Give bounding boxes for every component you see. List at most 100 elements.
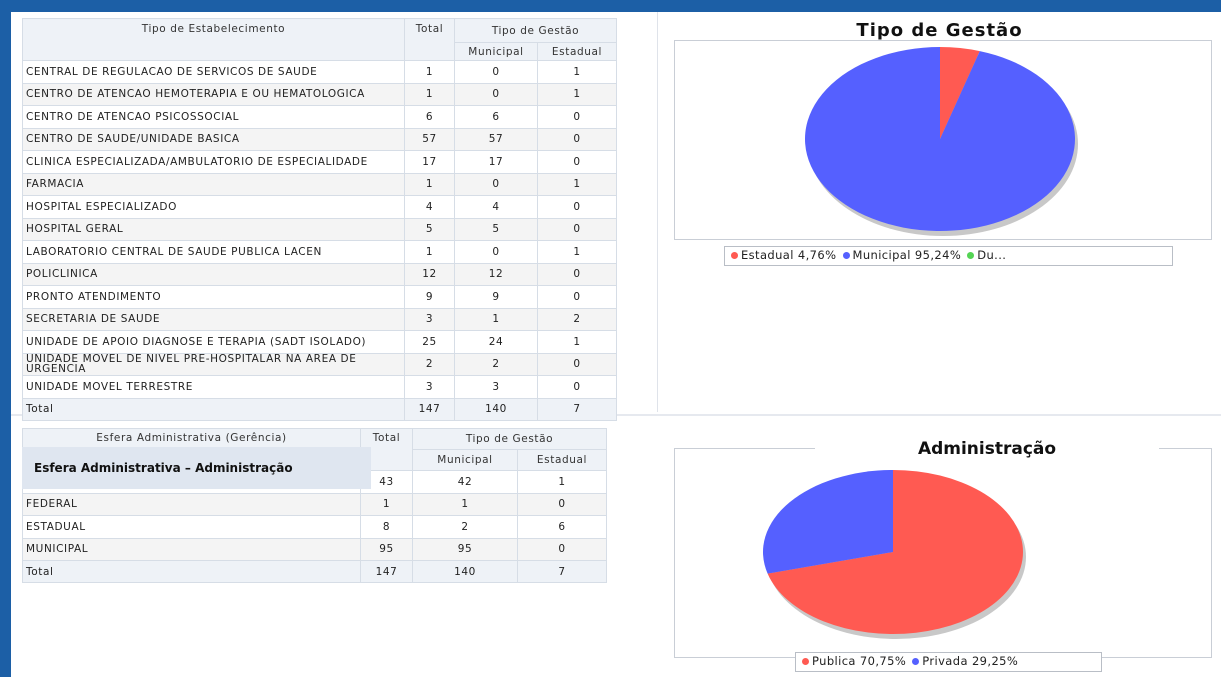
- cell-municipal: 0: [454, 60, 538, 84]
- legend-label-municipal: Municipal 95,24%: [852, 248, 962, 262]
- legend-administracao: Publica 70,75% Privada 29,25%: [795, 652, 1102, 672]
- cell-name: CLINICA ESPECIALIZADA/AMBULATORIO DE ESP…: [22, 150, 405, 174]
- cell-total: 1: [404, 172, 455, 196]
- cell-total: 4: [404, 195, 455, 219]
- cell-name: CENTRO DE ATENCAO HEMOTERAPIA E OU HEMAT…: [22, 82, 405, 106]
- cell-estadual: 1: [517, 470, 607, 494]
- total-cell-name: Total: [22, 397, 405, 421]
- cell-estadual: 1: [537, 330, 617, 354]
- legend-dot-municipal: [842, 252, 850, 259]
- administracao-overlay-title: Administração: [815, 428, 1159, 468]
- table-row: CENTRO DE SAUDE/UNIDADE BASICA 57 57 0: [22, 127, 617, 151]
- cell-estadual: 0: [517, 492, 607, 516]
- cell-name: UNIDADE DE APOIO DIAGNOSE E TERAPIA (SAD…: [22, 330, 405, 354]
- cell-total: 1: [360, 492, 413, 516]
- cell-municipal: 4: [454, 195, 538, 219]
- cell-estadual: 6: [517, 515, 607, 539]
- cell-municipal: 57: [454, 127, 538, 151]
- vertical-divider: [657, 12, 658, 412]
- pie-chart-svg: [763, 470, 1026, 639]
- cell-total: 57: [404, 127, 455, 151]
- cell-estadual: 2: [537, 307, 617, 331]
- cell-municipal: 12: [454, 262, 538, 286]
- table-row: UNIDADE MOVEL DE NIVEL PRE-HOSPITALAR NA…: [22, 352, 617, 376]
- table-row: UNIDADE MOVEL TERRESTRE 3 3 0: [22, 375, 617, 399]
- cell-estadual: 0: [537, 262, 617, 286]
- cell-municipal: 2: [412, 515, 518, 539]
- table-row: ESTADUAL 8 2 6: [22, 515, 607, 539]
- cell-municipal: 24: [454, 330, 538, 354]
- tipo-estabelecimento-table: Tipo de Estabelecimento Total Tipo de Ge…: [22, 18, 617, 421]
- cell-total: 12: [404, 262, 455, 286]
- header-estadual[interactable]: Estadual: [517, 449, 607, 471]
- table-row: HOSPITAL ESPECIALIZADO 4 4 0: [22, 195, 617, 219]
- cell-estadual: 0: [537, 127, 617, 151]
- cell-municipal: 1: [454, 307, 538, 331]
- legend-label-privada: Privada 29,25%: [922, 654, 1019, 668]
- header-tipo-estabelecimento[interactable]: Tipo de Estabelecimento: [22, 18, 405, 61]
- cell-name: UNIDADE MOVEL DE NIVEL PRE-HOSPITALAR NA…: [22, 352, 405, 376]
- table-row: MUNICIPAL 95 95 0: [22, 537, 607, 561]
- cell-total: 8: [360, 515, 413, 539]
- legend-label-estadual: Estadual 4,76%: [741, 248, 837, 262]
- cell-estadual: 0: [537, 195, 617, 219]
- header-municipal[interactable]: Municipal: [454, 42, 538, 61]
- cell-name: LABORATORIO CENTRAL DE SAUDE PUBLICA LAC…: [22, 240, 405, 264]
- pie-slice-municipal[interactable]: [805, 47, 1075, 231]
- table-row: HOSPITAL GERAL 5 5 0: [22, 217, 617, 241]
- cell-municipal: 5: [454, 217, 538, 241]
- header-municipal[interactable]: Municipal: [412, 449, 518, 471]
- table-row: LABORATORIO CENTRAL DE SAUDE PUBLICA LAC…: [22, 240, 617, 264]
- cell-total: 25: [404, 330, 455, 354]
- cell-name: CENTRO DE SAUDE/UNIDADE BASICA: [22, 127, 405, 151]
- table-row: FEDERAL 1 1 0: [22, 492, 607, 516]
- cell-municipal: 42: [412, 470, 518, 494]
- table-total-row: Total 147 140 7: [22, 397, 617, 421]
- cell-municipal: 9: [454, 285, 538, 309]
- chart-title-tipo-gestao: Tipo de Gestão: [856, 20, 1023, 41]
- legend-dot-publica: [802, 658, 809, 665]
- cell-estadual: 0: [517, 537, 607, 561]
- total-cell-total: 147: [404, 397, 455, 421]
- header-tipo-gestao: Tipo de Gestão: [454, 18, 617, 43]
- cell-name: HOSPITAL ESPECIALIZADO: [22, 195, 405, 219]
- cell-total: 1: [404, 60, 455, 84]
- cell-total: 3: [404, 307, 455, 331]
- cell-municipal: 95: [412, 537, 518, 561]
- table-row: CLINICA ESPECIALIZADA/AMBULATORIO DE ESP…: [22, 150, 617, 174]
- total-cell-name: Total: [22, 560, 361, 583]
- table-row: CENTRAL DE REGULACAO DE SERVICOS DE SAUD…: [22, 60, 617, 84]
- cell-total: 3: [404, 375, 455, 399]
- cell-name: ESTADUAL: [22, 515, 361, 539]
- cell-municipal: 1: [412, 492, 518, 516]
- table-row: FARMACIA 1 0 1: [22, 172, 617, 196]
- cell-total: 1: [404, 240, 455, 264]
- cell-total: 6: [404, 105, 455, 129]
- window-top-border: [0, 0, 1221, 12]
- header-tipo-gestao: Tipo de Gestão: [412, 428, 607, 450]
- total-cell-municipal: 140: [412, 560, 518, 583]
- legend-label-publica: Publica 70,75%: [812, 654, 907, 668]
- cell-estadual: 0: [537, 105, 617, 129]
- cell-name: FEDERAL: [22, 492, 361, 516]
- table-row: POLICLINICA 12 12 0: [22, 262, 617, 286]
- pie-chart-administracao: [674, 448, 1212, 658]
- cell-estadual: 1: [537, 172, 617, 196]
- legend-label-dupla: Du...: [977, 248, 1007, 262]
- legend-dot-estadual: [731, 252, 738, 259]
- cell-municipal: 3: [454, 375, 538, 399]
- pie-chart-tipo-gestao: [674, 40, 1212, 240]
- total-cell-municipal: 140: [454, 397, 538, 421]
- legend-tipo-gestao: Estadual 4,76% Municipal 95,24% Du...: [724, 246, 1173, 266]
- total-cell-total: 147: [360, 560, 413, 583]
- cell-name: UNIDADE MOVEL TERRESTRE: [22, 375, 405, 399]
- table-total-row: Total 147 140 7: [22, 560, 607, 583]
- cell-estadual: 0: [537, 217, 617, 241]
- cell-estadual: 0: [537, 150, 617, 174]
- header-total[interactable]: Total: [404, 18, 455, 61]
- cell-name: CENTRAL DE REGULACAO DE SERVICOS DE SAUD…: [22, 60, 405, 84]
- window-left-border: [0, 0, 11, 677]
- cell-total: 2: [404, 352, 455, 376]
- cell-name: MUNICIPAL: [22, 537, 361, 561]
- header-estadual[interactable]: Estadual: [537, 42, 617, 61]
